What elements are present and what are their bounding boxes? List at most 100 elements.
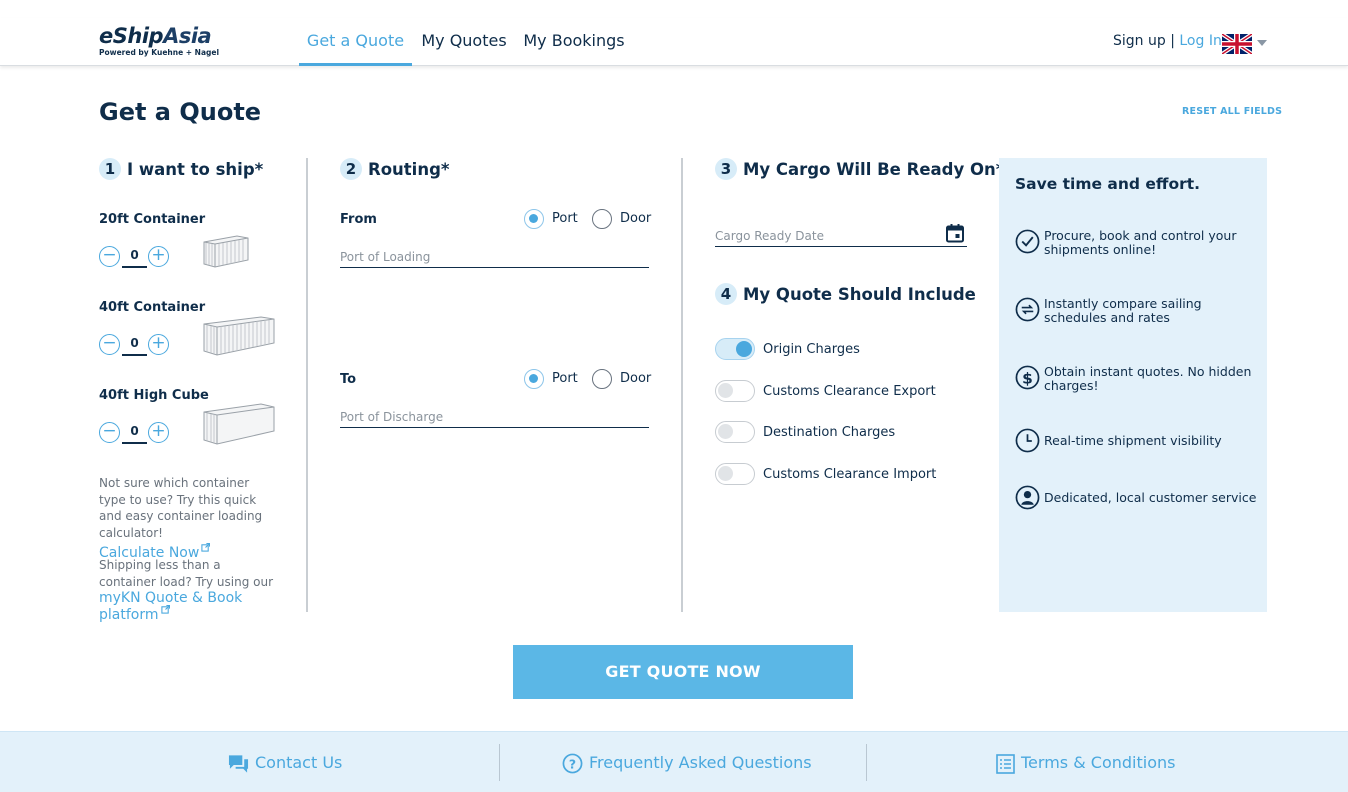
- increment-20ft-button[interactable]: +: [148, 246, 169, 267]
- step-number-1: 1: [99, 158, 121, 180]
- terms-link[interactable]: Terms & Conditions: [996, 732, 1175, 792]
- benefits-panel: Save time and effort. Procure, book and …: [999, 158, 1267, 612]
- port-of-discharge-placeholder: Port of Discharge: [340, 410, 444, 424]
- logo-tagline: Powered by Kuehne + Nagel: [99, 48, 220, 57]
- ship-title-text: I want to ship*: [127, 159, 264, 179]
- login-link[interactable]: Log In: [1179, 33, 1221, 49]
- faq-link[interactable]: ? Frequently Asked Questions: [562, 732, 812, 792]
- port-of-loading-placeholder: Port of Loading: [340, 250, 431, 264]
- container-40ft-hc-stepper: − 0 +: [99, 422, 174, 444]
- to-port-radio[interactable]: [524, 369, 544, 389]
- external-link-icon: [160, 604, 170, 614]
- container-20ft-label: 20ft Container: [99, 212, 206, 227]
- quantity-20ft-input[interactable]: 0: [122, 246, 147, 268]
- toggle-knob: [718, 383, 733, 398]
- to-door-radio[interactable]: [592, 369, 612, 389]
- container-40ft-icon: [203, 316, 275, 356]
- to-port-label: Port: [552, 371, 578, 386]
- toggle-knob: [718, 466, 733, 481]
- cargo-title-text: My Cargo Will Be Ready On*: [743, 159, 1005, 179]
- question-icon: ?: [562, 753, 583, 774]
- external-link-icon: [201, 543, 211, 552]
- quantity-40ft-hc-input[interactable]: 0: [122, 422, 147, 444]
- mykn-link-label: myKN Quote & Book platform: [99, 590, 243, 623]
- increment-40ft-hc-button[interactable]: +: [148, 422, 169, 443]
- decrement-40ft-hc-button[interactable]: −: [99, 422, 120, 443]
- benefit-text: Procure, book and control your shipments…: [1044, 228, 1237, 257]
- logo-asia: Asia: [163, 24, 212, 48]
- customs-import-label: Customs Clearance Import: [763, 467, 937, 482]
- destination-charges-toggle[interactable]: [715, 421, 755, 443]
- footer-divider: [499, 744, 500, 781]
- container-20ft-stepper: − 0 +: [99, 246, 174, 268]
- from-label: From: [340, 212, 377, 227]
- column-divider: [681, 158, 683, 612]
- signup-link[interactable]: Sign up: [1113, 33, 1166, 49]
- uk-flag-icon[interactable]: [1222, 34, 1252, 54]
- logo-wordmark: eShipAsia: [99, 24, 219, 48]
- container-40ft-hc-label: 40ft High Cube: [99, 388, 209, 403]
- top-strip: [0, 0, 1348, 18]
- get-quote-now-button[interactable]: GET QUOTE NOW: [513, 645, 853, 699]
- from-door-label: Door: [620, 211, 652, 226]
- include-title-text: My Quote Should Include: [743, 284, 976, 304]
- ship-section-title: 1 I want to ship*: [99, 158, 263, 180]
- decrement-40ft-button[interactable]: −: [99, 334, 120, 355]
- step-number-4: 4: [715, 283, 737, 305]
- mykn-quote-book-link[interactable]: myKN Quote & Book platform: [99, 590, 242, 623]
- tab-my-bookings[interactable]: My Bookings: [520, 18, 628, 66]
- routing-section-title: 2 Routing*: [340, 158, 450, 180]
- svg-text:?: ?: [569, 756, 576, 771]
- contact-us-link[interactable]: Contact Us: [228, 732, 342, 792]
- svg-text:$: $: [1022, 369, 1033, 387]
- origin-charges-toggle[interactable]: [715, 338, 755, 360]
- cargo-ready-date-placeholder: Cargo Ready Date: [715, 229, 824, 243]
- cargo-ready-date-input[interactable]: Cargo Ready Date: [715, 225, 967, 247]
- auth-links: Sign up | Log In: [1113, 33, 1222, 49]
- person-icon: [1015, 485, 1040, 510]
- terms-label: Terms & Conditions: [1021, 753, 1176, 772]
- benefit-text: Obtain instant quotes. No hidden charges…: [1044, 364, 1252, 393]
- reset-all-fields-button[interactable]: RESET ALL FIELDS: [1182, 106, 1282, 117]
- include-section-title: 4 My Quote Should Include: [715, 283, 976, 305]
- calendar-icon[interactable]: [945, 223, 965, 243]
- to-door-label: Door: [620, 371, 652, 386]
- tab-my-quotes[interactable]: My Quotes: [418, 18, 510, 66]
- benefits-title: Save time and effort.: [1015, 175, 1201, 193]
- routing-title-text: Routing*: [368, 159, 450, 179]
- benefit-text: Dedicated, local customer service: [1044, 490, 1257, 505]
- port-of-discharge-input[interactable]: Port of Discharge: [340, 406, 649, 428]
- auth-separator: |: [1165, 33, 1180, 49]
- customs-import-toggle[interactable]: [715, 463, 755, 485]
- eshipasia-logo[interactable]: eShipAsia Powered by Kuehne + Nagel: [99, 24, 219, 57]
- destination-charges-label: Destination Charges: [763, 425, 896, 440]
- origin-charges-label: Origin Charges: [763, 342, 860, 357]
- toggle-knob: [736, 340, 752, 357]
- language-dropdown-caret-icon[interactable]: [1257, 40, 1267, 46]
- customs-export-toggle[interactable]: [715, 380, 755, 402]
- tab-get-a-quote[interactable]: Get a Quote: [299, 18, 412, 66]
- decrement-20ft-button[interactable]: −: [99, 246, 120, 267]
- document-list-icon: [996, 753, 1015, 774]
- cargo-section-title: 3 My Cargo Will Be Ready On*: [715, 158, 1004, 180]
- chat-icon: [228, 754, 249, 773]
- step-number-3: 3: [715, 158, 737, 180]
- column-divider: [306, 158, 308, 612]
- footer-divider: [866, 744, 867, 781]
- port-of-loading-input[interactable]: Port of Loading: [340, 246, 649, 268]
- benefit-text: Real-time shipment visibility: [1044, 433, 1222, 448]
- site-header: eShipAsia Powered by Kuehne + Nagel Get …: [0, 18, 1348, 66]
- dollar-icon: $: [1015, 365, 1040, 390]
- customs-export-label: Customs Clearance Export: [763, 384, 936, 399]
- contact-us-label: Contact Us: [255, 753, 343, 772]
- quantity-40ft-input[interactable]: 0: [122, 334, 147, 356]
- from-port-radio[interactable]: [524, 209, 544, 229]
- increment-40ft-button[interactable]: +: [148, 334, 169, 355]
- container-40ft-label: 40ft Container: [99, 300, 206, 315]
- calculator-note-text: Not sure which container type to use? Tr…: [99, 476, 263, 540]
- container-calculator-note: Not sure which container type to use? Tr…: [99, 475, 279, 562]
- from-door-radio[interactable]: [592, 209, 612, 229]
- container-40ft-hc-icon: [203, 403, 275, 445]
- lcl-note: Shipping less than a container load? Try…: [99, 557, 279, 623]
- clock-icon: [1015, 428, 1040, 453]
